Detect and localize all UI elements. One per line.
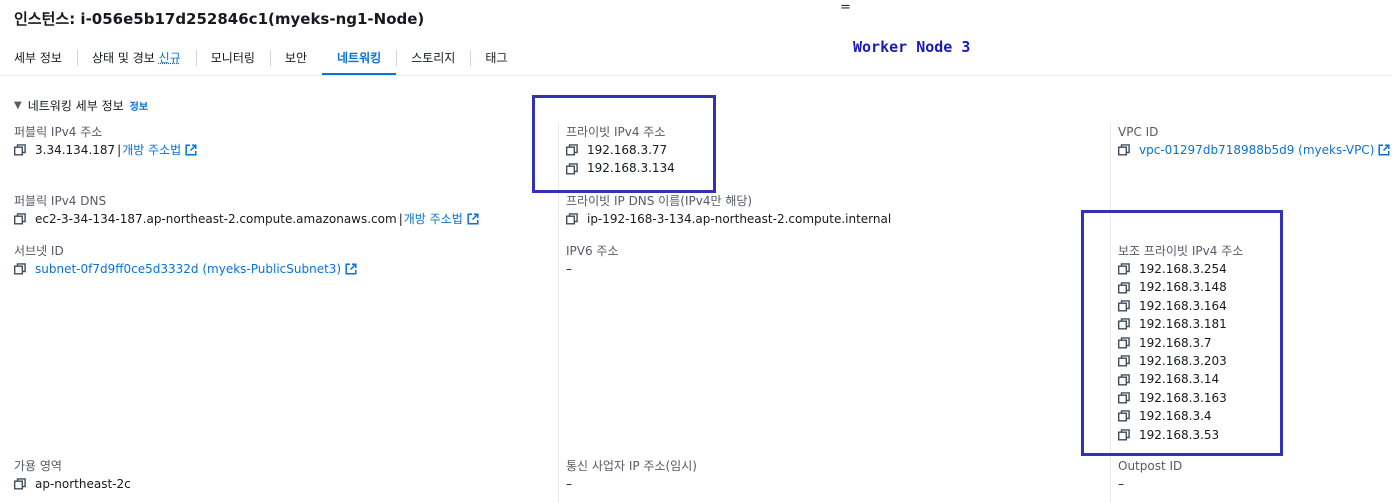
tab-storage[interactable]: 스토리지 [396, 40, 470, 76]
field-label: VPC ID [1118, 125, 1159, 139]
external-link-icon[interactable] [345, 263, 357, 275]
ipv6-value: – [566, 262, 572, 276]
public-dns-field: 퍼블릭 IPv4 DNS ec2-3-34-134-187.ap-northea… [14, 192, 479, 228]
tab-bar: 세부 정보 상태 및 경보 신규 모니터링 보안 네트워킹 스토리지 태그 [0, 40, 522, 76]
availability-zone-field: 가용 영역 ap-northeast-2c [14, 457, 131, 493]
field-label: IPV6 주소 [566, 244, 619, 258]
tab-networking[interactable]: 네트워킹 [322, 40, 397, 76]
copy-icon[interactable] [14, 213, 26, 225]
field-label: 통신 사업자 IP 주소(임시) [566, 459, 697, 473]
worker-node-annotation: Worker Node 3 [853, 38, 971, 56]
subnet-id-link[interactable]: subnet-0f7d9ff0ce5d3332d (myeks-PublicSu… [35, 260, 341, 278]
copy-icon[interactable] [566, 213, 578, 225]
vpc-id-link[interactable]: vpc-01297db718988b5d9 (myeks-VPC) [1139, 141, 1374, 159]
field-label: 퍼블릭 IPv4 DNS [14, 194, 107, 208]
outpost-id-field: Outpost ID – [1118, 457, 1182, 493]
external-link-icon[interactable] [467, 213, 479, 225]
private-dns-field: 프라이빗 IP DNS 이름(IPv4만 해당) ip-192-168-3-13… [566, 192, 891, 228]
copy-icon[interactable] [14, 144, 26, 156]
external-link-icon[interactable] [1378, 144, 1390, 156]
copy-icon[interactable] [1118, 144, 1130, 156]
field-label: 가용 영역 [14, 459, 62, 473]
ipv6-field: IPV6 주소 – [566, 242, 619, 278]
highlight-box-secondary-ipv4 [1081, 210, 1283, 456]
tab-divider [0, 75, 1392, 76]
tab-security[interactable]: 보안 [269, 40, 322, 76]
highlight-box-private-ipv4 [532, 95, 716, 193]
tab-tags[interactable]: 태그 [470, 40, 522, 76]
carrier-ip-value: – [566, 477, 572, 491]
private-dns-value: ip-192-168-3-134.ap-northeast-2.compute.… [587, 212, 892, 226]
section-header[interactable]: ▼ 네트워킹 세부 정보 정보 [14, 97, 148, 114]
menu-handle-icon[interactable]: = [840, 0, 851, 15]
open-address-link[interactable]: 개방 주소법 [122, 141, 181, 159]
copy-icon[interactable] [14, 478, 26, 490]
caret-down-icon[interactable]: ▼ [14, 100, 22, 111]
vpc-id-field: VPC ID vpc-01297db718988b5d9 (myeks-VPC) [1118, 123, 1390, 159]
open-address-link[interactable]: 개방 주소법 [404, 210, 463, 228]
availability-zone-value: ap-northeast-2c [35, 477, 131, 491]
tab-status-alarms[interactable]: 상태 및 경보 신규 [76, 40, 196, 76]
tab-details[interactable]: 세부 정보 [0, 40, 77, 76]
field-label: 퍼블릭 IPv4 주소 [14, 125, 103, 139]
field-label: Outpost ID [1118, 459, 1183, 473]
outpost-id-value: – [1118, 477, 1124, 491]
field-label: 서브넷 ID [14, 244, 64, 258]
public-ipv4-value: 3.34.134.187 [35, 143, 116, 157]
new-badge: 신규 [158, 51, 181, 65]
carrier-ip-field: 통신 사업자 IP 주소(임시) – [566, 457, 697, 493]
field-label: 프라이빗 IP DNS 이름(IPv4만 해당) [566, 194, 753, 208]
section-title: 네트워킹 세부 정보 [27, 99, 124, 113]
external-link-icon[interactable] [185, 144, 197, 156]
page-title: 인스턴스: i-056e5b17d252846c1(myeks-ng1-Node… [14, 10, 425, 28]
tab-monitoring[interactable]: 모니터링 [195, 40, 270, 76]
public-ipv4-field: 퍼블릭 IPv4 주소 3.34.134.187 | 개방 주소법 [14, 123, 197, 159]
public-dns-value: ec2-3-34-134-187.ap-northeast-2.compute.… [35, 212, 397, 226]
copy-icon[interactable] [14, 263, 26, 275]
info-link[interactable]: 정보 [130, 98, 148, 113]
subnet-id-field: 서브넷 ID subnet-0f7d9ff0ce5d3332d (myeks-P… [14, 242, 357, 278]
